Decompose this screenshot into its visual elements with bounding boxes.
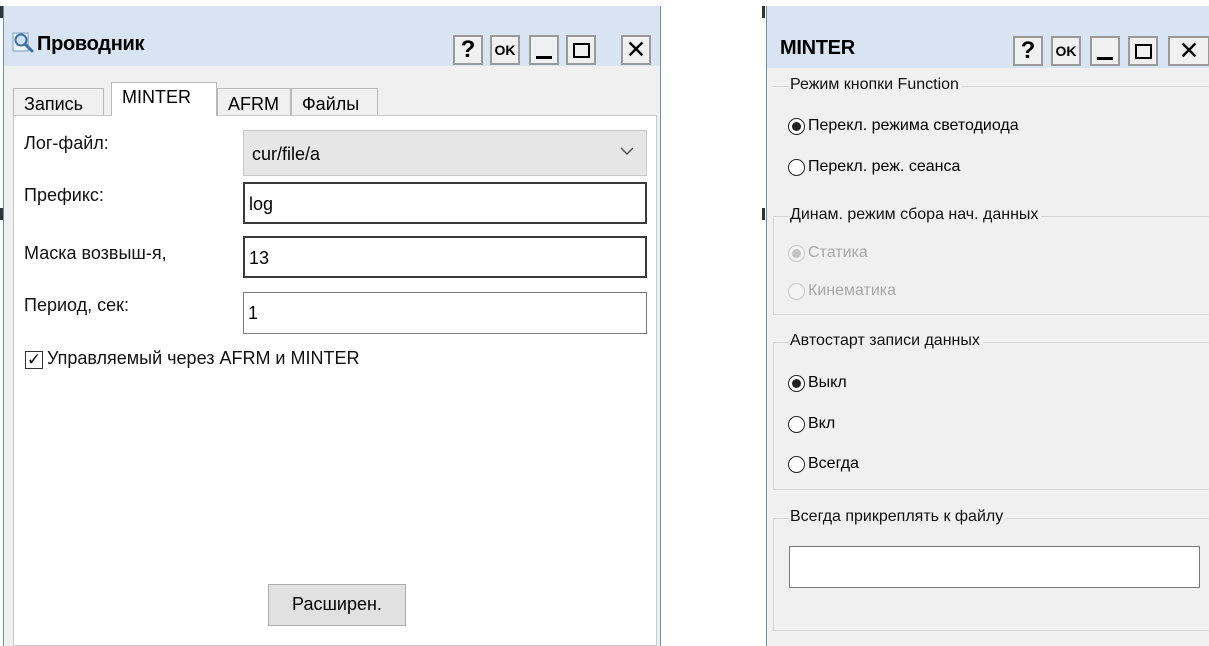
minter-titlebar[interactable]: MINTER ? OK ✕ [767,6,1209,68]
prefix-input[interactable]: log [243,182,647,224]
background-edge-mark [762,208,765,220]
radio-off[interactable]: Выкл [788,374,847,392]
autostart-title: Автостарт записи данных [789,332,983,350]
minimize-icon [1097,56,1113,60]
maximize-icon [572,42,590,58]
help-button[interactable]: ? [1013,36,1043,66]
minimize-button[interactable] [1090,36,1120,66]
radio-checked-icon [788,374,805,392]
radio-checked-icon [788,244,805,262]
chevron-down-icon [620,143,634,161]
background-edge-mark [762,6,765,18]
radio-on[interactable]: Вкл [788,415,835,433]
minter-window: MINTER ? OK ✕ Режим кнопки Function Пере… [766,6,1209,646]
maximize-icon [1134,43,1152,59]
minter-tab-panel: Лог-файл: cur/file/a Префикс: log Маска … [13,115,657,646]
tab-files[interactable]: Файлы [291,88,378,115]
help-button[interactable]: ? [453,35,483,65]
radio-label: Кинематика [808,282,897,299]
minimize-button[interactable] [529,35,559,65]
prefix-label: Префикс: [24,185,104,205]
radio-unchecked-icon [788,158,805,176]
radio-label: Статика [808,244,868,261]
radio-static[interactable]: Статика [788,244,868,262]
tab-record[interactable]: Запись [13,88,104,115]
radio-always[interactable]: Всегда [788,455,859,473]
radio-unchecked-icon [788,455,805,473]
radio-label: Выкл [808,374,847,391]
mask-label: Маска возвыш-я, [24,243,167,263]
radio-session-mode[interactable]: Перекл. реж. сеанса [788,158,960,176]
log-file-select[interactable]: cur/file/a [243,130,647,176]
maximize-button[interactable] [566,35,596,65]
period-input[interactable]: 1 [243,292,647,334]
explorer-window: Проводник ? OK ✕ Запись MINTER AFRM Файл… [3,6,661,646]
close-icon: ✕ [625,35,647,64]
maximize-button[interactable] [1128,36,1158,66]
radio-label: Вкл [808,415,836,432]
tab-minter[interactable]: MINTER [111,82,217,116]
log-file-value: cur/file/a [252,144,321,164]
attach-title: Всегда прикреплять к файлу [789,508,1007,526]
close-button[interactable]: ✕ [1168,36,1209,66]
managed-checkbox-label: Управляемый через AFRM и MINTER [47,348,360,368]
period-label: Период, сек: [24,295,130,315]
ok-button[interactable]: OK [490,35,520,65]
minimize-icon [536,55,552,59]
radio-label: Перекл. реж. сеанса [808,158,961,175]
radio-label: Всегда [808,455,859,472]
radio-kinematic[interactable]: Кинематика [788,282,896,300]
radio-checked-icon [788,117,805,135]
close-icon: ✕ [1178,36,1200,65]
extended-button[interactable]: Расширен. [268,584,406,626]
function-mode-title: Режим кнопки Function [789,76,962,94]
radio-unchecked-icon [788,282,805,300]
window-title: Проводник [37,33,145,55]
radio-label: Перекл. режима светодиода [808,117,1019,134]
dynamic-mode-title: Динам. режим сбора нач. данных [789,206,1042,224]
dynamic-mode-group [773,216,1209,315]
ok-button[interactable]: OK [1051,36,1081,66]
log-file-label: Лог-файл: [24,133,109,153]
managed-checkbox[interactable]: ✓ [25,351,43,369]
tab-afrm[interactable]: AFRM [217,88,291,115]
close-button[interactable]: ✕ [621,35,651,65]
window-title: MINTER [780,37,855,59]
magnifier-icon [12,31,34,53]
radio-unchecked-icon [788,415,805,433]
explorer-titlebar[interactable]: Проводник ? OK ✕ [4,6,660,66]
attach-file-input[interactable] [789,546,1200,588]
mask-input[interactable]: 13 [243,236,647,278]
radio-led-mode[interactable]: Перекл. режима светодиода [788,117,1019,135]
